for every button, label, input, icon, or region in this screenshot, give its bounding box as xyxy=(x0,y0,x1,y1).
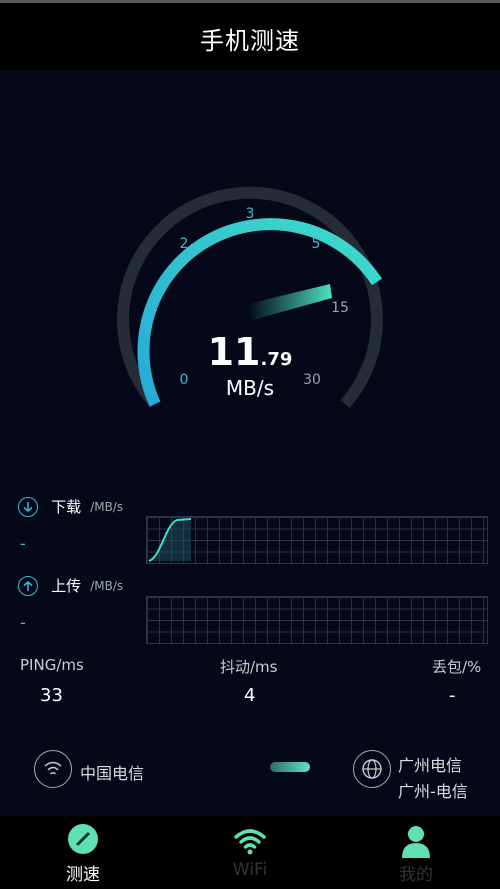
tick-5: 5 xyxy=(312,236,321,252)
upload-header: 上传 /MB/s xyxy=(18,575,123,596)
globe-icon xyxy=(353,750,391,788)
speedometer-icon xyxy=(68,824,98,854)
upload-chart xyxy=(146,596,488,644)
download-value: - xyxy=(20,534,26,553)
tick-15: 15 xyxy=(331,300,349,316)
download-label: 下载 xyxy=(51,498,82,516)
download-curve xyxy=(148,518,192,562)
bottom-tab-bar: 测速 WiFi 我的 xyxy=(0,816,500,889)
ping-value: 33 xyxy=(40,685,63,706)
tab-wifi[interactable]: WiFi xyxy=(200,816,300,889)
top-bar: 手机测速 xyxy=(0,0,500,70)
speed-integer: 11 xyxy=(207,330,261,374)
connection-progress xyxy=(270,762,310,772)
tab-profile-label: 我的 xyxy=(399,865,433,885)
server-name: 广州电信 xyxy=(398,756,463,775)
download-unit: /MB/s xyxy=(90,499,124,514)
upload-value: - xyxy=(20,613,26,632)
download-chart xyxy=(146,516,488,564)
tab-speedtest[interactable]: 测速 xyxy=(33,816,133,889)
speed-unit: MB/s xyxy=(225,376,275,400)
loss-value: - xyxy=(449,685,456,706)
wifi-signal-icon xyxy=(34,750,72,788)
speed-readout: 11.79 xyxy=(0,330,500,374)
upload-unit: /MB/s xyxy=(90,578,124,593)
server-location: 广州-电信 xyxy=(398,782,468,801)
ping-label: PING/ms xyxy=(20,656,84,674)
speed-gauge: 0 1 2 3 5 15 30 xyxy=(117,186,383,408)
speed-decimal: .79 xyxy=(260,349,293,370)
tick-3: 3 xyxy=(246,206,255,222)
tab-speedtest-label: 测速 xyxy=(66,865,100,885)
download-arrow-icon xyxy=(18,496,38,517)
upload-label: 上传 xyxy=(51,577,82,595)
jitter-value: 4 xyxy=(244,685,256,706)
tick-1: 1 xyxy=(150,299,159,315)
tick-2: 2 xyxy=(180,236,189,252)
upload-arrow-icon xyxy=(18,575,38,596)
client-isp: 中国电信 xyxy=(80,764,145,783)
tab-wifi-label: WiFi xyxy=(232,860,268,880)
user-icon xyxy=(402,826,430,858)
wifi-icon xyxy=(234,829,266,855)
page-title: 手机测速 xyxy=(200,27,300,55)
jitter-label: 抖动/ms xyxy=(220,658,278,676)
loss-label: 丢包/% xyxy=(432,658,482,676)
download-header: 下载 /MB/s xyxy=(18,496,123,517)
tab-profile[interactable]: 我的 xyxy=(366,816,466,889)
gauge-needle xyxy=(248,284,332,320)
